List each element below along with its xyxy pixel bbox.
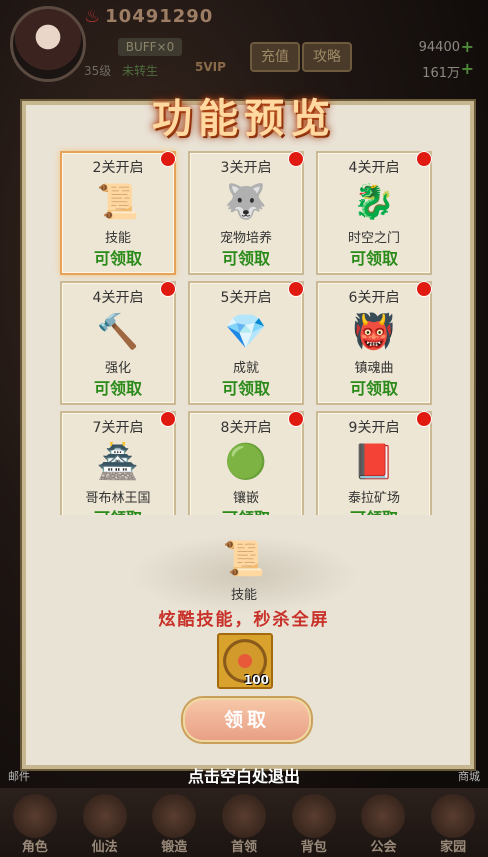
notification-dot — [416, 411, 432, 427]
selected-feature-description: 炫酷技能，秒杀全屏 — [158, 610, 330, 630]
crystal-icon: 💎 — [224, 312, 268, 352]
notification-dot — [416, 281, 432, 297]
add-silver-button[interactable]: + — [461, 59, 474, 78]
claim-button[interactable]: 领取 — [183, 698, 311, 742]
top-hud: ♨ 10491290 BUFF×0 35级 未转生 5VIP 充值 攻略 9440… — [0, 0, 488, 90]
bottom-nav: 角色 仙法 锻造 首领 背包 公会 家园 — [0, 788, 488, 857]
nav-magic[interactable]: 仙法 — [70, 788, 140, 857]
feature-card-goblin-kingdom[interactable]: 7关开启 🏯 哥布林王国 可领取 — [60, 411, 176, 515]
guild-icon — [361, 794, 406, 838]
hammer-icon: 🔨 — [96, 312, 140, 352]
selected-feature-icon: 📜 — [222, 539, 266, 579]
feature-card-portal[interactable]: 4关开启 🐉 时空之门 可领取 — [316, 151, 432, 275]
nav-boss[interactable]: 首领 — [209, 788, 279, 857]
notification-dot — [160, 151, 176, 167]
home-icon — [431, 794, 476, 838]
notification-dot — [160, 411, 176, 427]
player-avatar[interactable] — [10, 6, 86, 82]
book-scroll-icon: 📜 — [96, 182, 140, 222]
nav-forge[interactable]: 锻造 — [139, 788, 209, 857]
rebirth-status: 未转生 — [122, 64, 159, 78]
currency-silver: 161万 — [422, 66, 460, 81]
pagoda-icon: 🏯 — [96, 442, 140, 482]
magic-icon — [82, 794, 127, 838]
notification-dot — [288, 151, 304, 167]
modal-title: 功能预览 — [152, 96, 336, 142]
feature-card-enhance[interactable]: 4关开启 🔨 强化 可领取 — [60, 281, 176, 405]
nav-bag[interactable]: 背包 — [279, 788, 349, 857]
nav-home[interactable]: 家园 — [418, 788, 488, 857]
feature-card-requiem[interactable]: 6关开启 👹 镇魂曲 可领取 — [316, 281, 432, 405]
pet-icon: 🐺 — [224, 182, 268, 222]
combat-power: ♨ 10491290 — [84, 6, 214, 27]
exit-hint: 点击空白处退出 — [187, 767, 300, 786]
feature-grid[interactable]: 2关开启 📜 技能 可领取 3关开启 🐺 宠物培养 可领取 4关开启 🐉 时空之… — [30, 139, 450, 515]
feature-card-pet[interactable]: 3关开启 🐺 宠物培养 可领取 — [188, 151, 304, 275]
notification-dot — [416, 151, 432, 167]
orb-icon: 🟢 — [224, 442, 268, 482]
currency-gold: 94400 — [418, 40, 460, 55]
feature-card-inlay[interactable]: 8关开启 🟢 镶嵌 可领取 — [188, 411, 304, 515]
forge-icon — [152, 794, 197, 838]
svip-badge[interactable]: 5VIP — [195, 60, 226, 74]
buff-badge[interactable]: BUFF×0 — [118, 38, 182, 56]
bag-icon — [291, 794, 336, 838]
player-level: 35级 — [84, 64, 112, 78]
nav-guild[interactable]: 公会 — [349, 788, 419, 857]
notification-dot — [160, 281, 176, 297]
boss-icon — [222, 794, 267, 838]
recharge-button[interactable]: 充值 — [250, 42, 300, 72]
portal-beast-icon: 🐉 — [352, 182, 396, 222]
reward-item[interactable]: 100 — [217, 633, 273, 689]
role-icon — [12, 794, 57, 838]
mine-scroll-icon: 📕 — [352, 442, 396, 482]
nav-role[interactable]: 角色 — [0, 788, 70, 857]
reward-quantity: 100 — [243, 673, 269, 687]
guide-button[interactable]: 攻略 — [302, 42, 352, 72]
selected-feature-name: 技能 — [230, 588, 257, 603]
notification-dot — [288, 411, 304, 427]
demon-icon: 👹 — [352, 312, 396, 352]
power-icon: ♨ — [84, 6, 102, 27]
notification-dot — [288, 281, 304, 297]
feature-card-terra-mine[interactable]: 9关开启 📕 泰拉矿场 可领取 — [316, 411, 432, 515]
feature-card-achievement[interactable]: 5关开启 💎 成就 可领取 — [188, 281, 304, 405]
feature-card-skill[interactable]: 2关开启 📜 技能 可领取 — [60, 151, 176, 275]
add-gold-button[interactable]: + — [461, 37, 474, 56]
